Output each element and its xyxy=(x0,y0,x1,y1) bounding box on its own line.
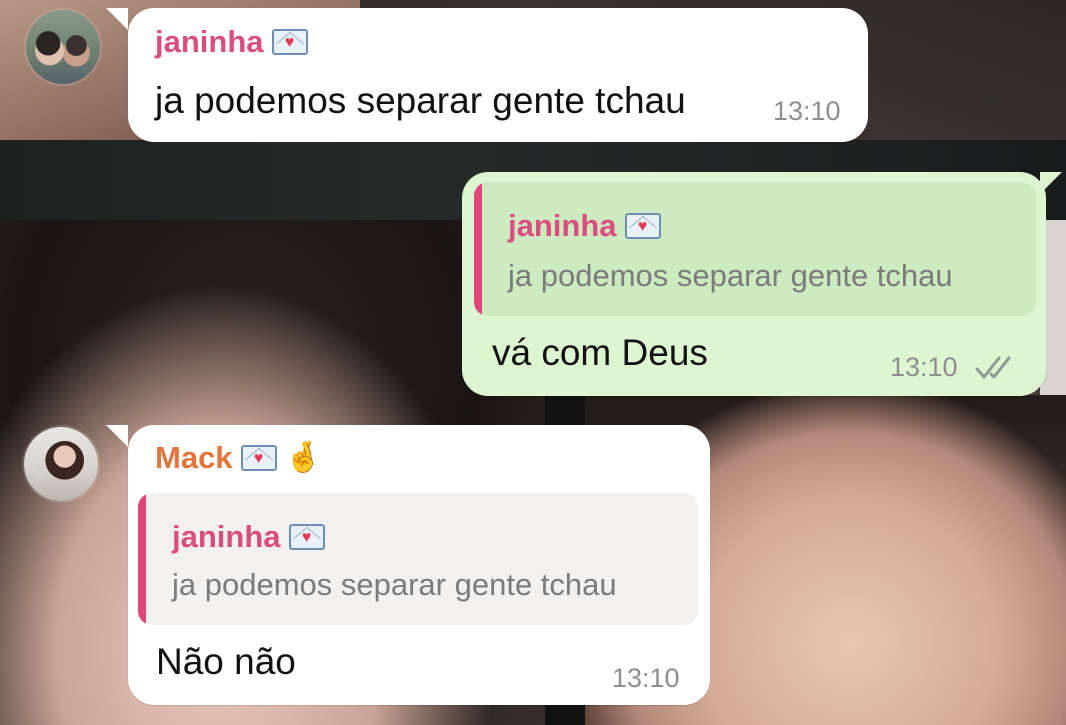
quote-accent-bar xyxy=(474,182,482,316)
love-letter-icon: ♥ xyxy=(624,213,661,239)
sender-name[interactable]: janinha xyxy=(155,24,264,60)
avatar-mack[interactable] xyxy=(24,427,98,501)
message-time: 13:10 xyxy=(773,96,841,126)
quote-sender: janinha ♥ xyxy=(508,208,661,244)
message-bubble-mack[interactable]: Mack ♥ 🤞 janinha ♥ ja podemos separar ge… xyxy=(128,425,710,705)
quote-sender: janinha ♥ xyxy=(172,519,325,555)
message-text: ja podemos separar gente tchau xyxy=(155,80,686,121)
message-bubble-janinha[interactable]: janinha ♥ ja podemos separar gente tchau… xyxy=(128,8,868,142)
quote-sender-name: janinha xyxy=(508,208,617,243)
bubble-tail xyxy=(106,8,128,30)
quote-sender-name: janinha xyxy=(172,519,281,554)
sender-header: janinha ♥ xyxy=(155,24,308,60)
bubble-tail xyxy=(106,425,128,447)
love-letter-icon: ♥ xyxy=(240,445,277,471)
avatar-janinha[interactable] xyxy=(26,10,100,84)
sender-name[interactable]: Mack xyxy=(155,440,233,476)
message-time: 13:10 xyxy=(612,663,680,693)
message-bubble-outgoing[interactable]: janinha ♥ ja podemos separar gente tchau… xyxy=(462,172,1046,396)
message-time: 13:10 xyxy=(890,352,958,382)
quote-text: ja podemos separar gente tchau xyxy=(172,567,617,602)
message-text: vá com Deus xyxy=(492,332,708,373)
crossed-fingers-icon: 🤞 xyxy=(284,441,322,474)
message-text: Não não xyxy=(156,641,296,682)
love-letter-icon: ♥ xyxy=(288,524,325,550)
quote-text: ja podemos separar gente tchau xyxy=(508,258,953,293)
reply-quote[interactable]: janinha ♥ ja podemos separar gente tchau xyxy=(474,182,1036,316)
double-check-read-icon xyxy=(975,356,1011,379)
quote-accent-bar xyxy=(138,493,146,625)
sender-header: Mack ♥ 🤞 xyxy=(155,440,322,476)
reply-quote[interactable]: janinha ♥ ja podemos separar gente tchau xyxy=(138,493,698,625)
love-letter-icon: ♥ xyxy=(271,29,308,55)
